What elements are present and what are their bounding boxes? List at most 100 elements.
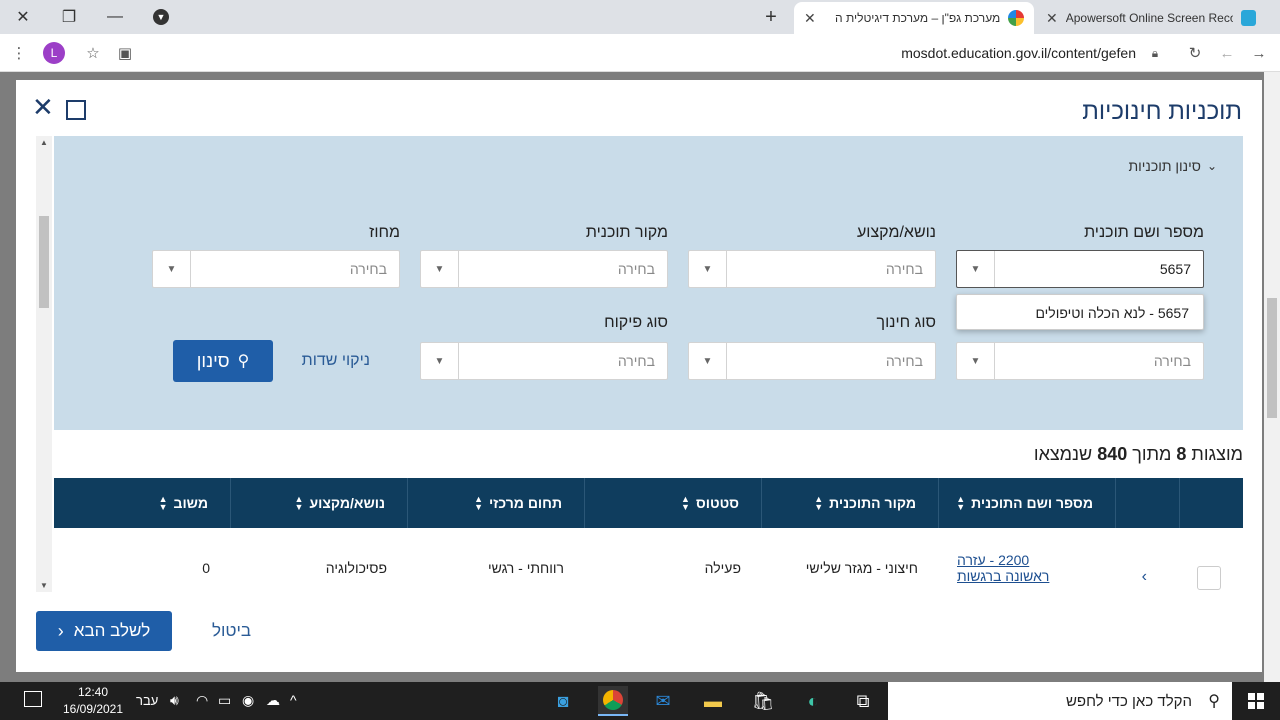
search-icon: ⚲ (1208, 693, 1220, 710)
windows-taskbar: 12:40 16/09/2021 עבר 🔊︎ ◠ ▭ ◉ ☁ ^ ◙ ✉ ▬ … (0, 682, 1280, 720)
extension-icon[interactable]: ▣ (114, 42, 136, 64)
dropdown-arrow-icon[interactable]: ▼ (421, 343, 459, 379)
url-text[interactable]: mosdot.education.gov.il/content/gefen (901, 45, 1136, 61)
battery-icon[interactable]: ▭ (218, 692, 231, 709)
header-program[interactable]: מספר ושם התוכנית ▲ ▼ (938, 478, 1115, 528)
volume-icon[interactable]: 🔊︎ (170, 692, 179, 709)
clear-fields-button[interactable]: ניקוי שדות (302, 352, 370, 370)
program-label: מספר ושם תוכנית (1084, 224, 1204, 241)
sort-icon[interactable]: ▲ ▼ (956, 495, 965, 512)
dropdown-arrow-icon[interactable]: ▼ (957, 343, 995, 379)
table-row[interactable]: ‹ 2200 - עזרה ראשונה ברגשות חיצוני - מגז… (54, 528, 1243, 592)
expand-icon[interactable] (66, 100, 86, 120)
tab-gefen[interactable]: מערכת גפ"ן – מערכת דיגיטלית ה ✕ (794, 2, 1034, 34)
tab-title: Apowersoft Online Screen Recor (1065, 11, 1234, 25)
taskbar-search[interactable]: הקלד כאן כדי לחפש ⚲ (888, 682, 1232, 720)
chevron-left-icon[interactable]: ‹ (1142, 568, 1147, 586)
supervision-select[interactable]: בחירה ▼ (420, 342, 668, 380)
reload-icon[interactable]: ↻ (1184, 42, 1206, 64)
menu-dots-icon[interactable]: ⋮ (8, 42, 30, 64)
recorder-tray-icon[interactable]: ◉ (242, 692, 254, 709)
recorder-app-icon[interactable]: ◙ (548, 686, 578, 716)
sort-icon[interactable]: ▲ ▼ (681, 495, 690, 512)
source-select[interactable]: בחירה ▼ (420, 250, 668, 288)
program-select[interactable]: 5657 ▼ (956, 250, 1204, 288)
modal-content: ⌄ סינון תוכניות מספר ושם תוכנית נושא/מקצ… (36, 136, 1243, 592)
apowersoft-favicon-icon (1241, 10, 1256, 26)
tab-search-icon[interactable]: ▼ (138, 0, 184, 34)
tab-apowersoft[interactable]: Apowersoft Online Screen Recor ✕ (1036, 2, 1266, 34)
filter-toggle[interactable]: ⌄ סינון תוכניות (1128, 158, 1217, 174)
dropdown-arrow-icon[interactable]: ▼ (957, 251, 995, 287)
task-view-icon[interactable]: ⧉ (848, 686, 878, 716)
chrome-app-icon[interactable] (598, 686, 628, 716)
row2-first-select[interactable]: בחירה ▼ (956, 342, 1204, 380)
program-link[interactable]: 2200 - עזרה ראשונה ברגשות (957, 536, 1067, 592)
cell-status: פעילה (704, 560, 741, 576)
district-select[interactable]: בחירה ▼ (152, 250, 400, 288)
close-icon[interactable]: ✕ (32, 92, 56, 122)
wifi-icon[interactable]: ◠ (196, 692, 208, 709)
mail-app-icon[interactable]: ✉ (648, 686, 678, 716)
search-icon: ⚲ (237, 353, 250, 370)
tab-close-icon[interactable]: ✕ (804, 10, 816, 27)
language-indicator[interactable]: עבר (136, 693, 158, 708)
sort-icon[interactable]: ▲ ▼ (159, 495, 168, 512)
edge-app-icon[interactable]: ◐ (798, 686, 828, 716)
tab-close-icon[interactable]: ✕ (1046, 10, 1058, 27)
gefen-favicon-icon (1008, 10, 1024, 26)
forward-icon[interactable]: → (1248, 42, 1270, 64)
header-domain[interactable]: תחום מרכזי ▲ ▼ (407, 478, 584, 528)
sort-icon[interactable]: ▲ ▼ (295, 495, 304, 512)
dropdown-arrow-icon[interactable]: ▼ (153, 251, 191, 287)
dropdown-arrow-icon[interactable]: ▼ (421, 251, 459, 287)
header-source[interactable]: מקור התוכנית ▲ ▼ (761, 478, 938, 528)
next-step-button[interactable]: לשלב הבא ‹ (36, 611, 172, 651)
header-status[interactable]: סטטוס ▲ ▼ (584, 478, 761, 528)
edu-type-select[interactable]: בחירה ▼ (688, 342, 936, 380)
program-dropdown[interactable]: 5657 - לנא הכלה וטיפולים (956, 294, 1204, 330)
notifications-icon[interactable] (24, 691, 42, 707)
dropdown-arrow-icon[interactable]: ▼ (689, 251, 727, 287)
windows-logo-icon (1248, 693, 1264, 709)
back-icon[interactable]: ← (1216, 42, 1238, 64)
page-scrollbar[interactable] (1264, 72, 1280, 682)
dropdown-option[interactable]: 5657 - לנא הכלה וטיפולים (1035, 305, 1189, 321)
lock-icon[interactable]: 🔒︎ (1144, 42, 1166, 64)
sort-icon[interactable]: ▲ ▼ (474, 495, 483, 512)
cell-subject: פסיכולוגיה (325, 560, 387, 576)
cancel-button[interactable]: ביטול (212, 621, 251, 641)
address-bar: ⋮ L ☆ ▣ mosdot.education.gov.il/content/… (0, 34, 1280, 72)
filter-button-label: סינון (196, 350, 230, 371)
subject-select[interactable]: בחירה ▼ (688, 250, 936, 288)
modal-title: תוכניות חינוכיות (1082, 98, 1242, 125)
header-feedback[interactable]: משוב ▲ ▼ (54, 478, 230, 528)
window-minimize-icon[interactable]: — (92, 0, 138, 34)
row-checkbox[interactable] (1197, 566, 1221, 590)
profile-avatar[interactable]: L (43, 42, 65, 64)
cell-source: חיצוני - מגזר שלישי (805, 560, 918, 576)
header-subject[interactable]: נושא/מקצוע ▲ ▼ (230, 478, 407, 528)
bookmark-star-icon[interactable]: ☆ (82, 42, 104, 64)
scrollbar-thumb[interactable] (1267, 298, 1277, 418)
cell-feedback: 0 (202, 560, 210, 576)
dropdown-arrow-icon[interactable]: ▼ (689, 343, 727, 379)
chevron-down-icon: ⌄ (1206, 159, 1217, 173)
new-tab-icon[interactable]: + (748, 0, 794, 34)
file-explorer-icon[interactable]: ▬ (698, 686, 728, 716)
system-clock[interactable]: 12:40 16/09/2021 (58, 684, 128, 718)
window-restore-icon[interactable]: ❐ (46, 0, 92, 34)
start-button[interactable] (1232, 682, 1280, 720)
onedrive-icon[interactable]: ☁ (266, 692, 280, 709)
programs-modal: תוכניות חינוכיות ✕ ▲ ▼ ⌄ סינון תוכניות מ… (16, 80, 1262, 672)
district-label: מחוז (369, 224, 400, 241)
filter-button[interactable]: ⚲ סינון (173, 340, 273, 382)
header-select-col (1179, 478, 1243, 528)
sort-icon[interactable]: ▲ ▼ (814, 495, 823, 512)
window-close-icon[interactable]: ✕ (0, 0, 46, 34)
edu-type-label: סוג חינוך (876, 314, 936, 331)
store-app-icon[interactable]: 🛍︎ (748, 686, 778, 716)
tray-expand-icon[interactable]: ^ (290, 692, 297, 708)
filter-toggle-label: סינון תוכניות (1128, 158, 1201, 174)
browser-tab-bar: ✕ ❐ — ▼ + מערכת גפ"ן – מערכת דיגיטלית ה … (0, 0, 1280, 34)
